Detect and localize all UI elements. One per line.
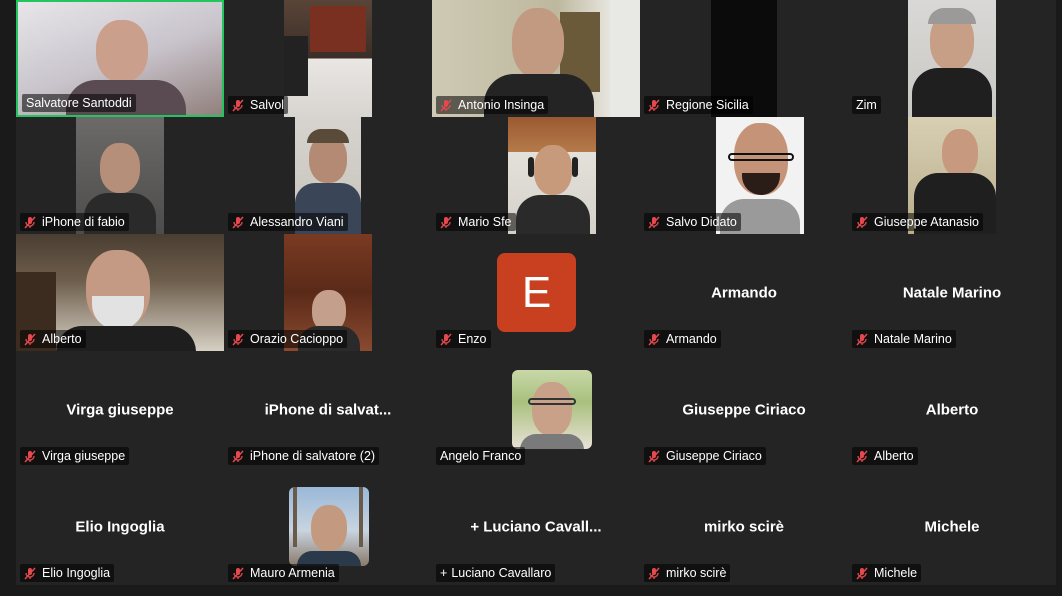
muted-mic-icon — [648, 332, 660, 346]
participant-tile[interactable]: Zim — [848, 0, 1056, 117]
muted-mic-icon — [232, 449, 244, 463]
muted-mic-icon — [856, 332, 868, 346]
muted-mic-icon — [856, 449, 868, 463]
name-label: Armando — [644, 330, 721, 348]
name-label: Enzo — [436, 330, 491, 348]
participant-tile[interactable]: Orazio Cacioppo — [224, 234, 432, 351]
muted-mic-icon — [232, 98, 244, 112]
video-feed — [908, 0, 996, 117]
participant-tile[interactable]: Armando Armando — [640, 234, 848, 351]
muted-mic-icon — [24, 449, 36, 463]
gallery-grid: Salvatore Santoddi Salvol Antonio Insing… — [16, 0, 1056, 585]
muted-mic-icon — [648, 215, 660, 229]
muted-mic-icon — [24, 566, 36, 580]
participant-display-name: mirko scirè — [703, 518, 785, 535]
participant-tile[interactable]: E Enzo — [432, 234, 640, 351]
muted-mic-icon — [440, 332, 452, 346]
avatar-photo — [512, 370, 592, 449]
name-label: Orazio Cacioppo — [228, 330, 348, 348]
avatar-photo — [289, 487, 369, 566]
name-label: Alessandro Viani — [228, 213, 348, 231]
avatar: E — [497, 253, 576, 332]
name-label: Salvatore Santoddi — [22, 94, 136, 112]
name-label: Elio Ingoglia — [20, 564, 115, 582]
muted-mic-icon — [232, 215, 244, 229]
participant-tile[interactable]: Michele Michele — [848, 468, 1056, 585]
name-label: Alberto — [20, 330, 86, 348]
participant-tile[interactable]: mirko scirè mirko scirè — [640, 468, 848, 585]
muted-mic-icon — [440, 215, 452, 229]
participant-tile[interactable]: Alberto Alberto — [848, 351, 1056, 468]
name-label: Zim — [852, 96, 881, 114]
participant-tile[interactable]: Mauro Armenia — [224, 468, 432, 585]
participant-display-name: iPhone di salvat... — [264, 401, 392, 418]
participant-display-name: Natale Marino — [902, 284, 1002, 301]
participant-display-name: Elio Ingoglia — [75, 518, 165, 535]
participant-tile[interactable]: Giuseppe Atanasio — [848, 117, 1056, 234]
participant-tile[interactable]: Angelo Franco — [432, 351, 640, 468]
name-label: Giuseppe Atanasio — [852, 213, 983, 231]
participant-tile[interactable]: Alberto — [16, 234, 224, 351]
name-label: Salvo Didato — [644, 213, 741, 231]
participant-tile[interactable]: iPhone di fabio — [16, 117, 224, 234]
name-label: Natale Marino — [852, 330, 956, 348]
participant-display-name: Virga giuseppe — [66, 401, 174, 418]
participant-tile[interactable]: Mario Sfe — [432, 117, 640, 234]
participant-tile[interactable]: Alessandro Viani — [224, 117, 432, 234]
participant-display-name: Giuseppe Ciriaco — [682, 401, 806, 418]
name-label: Virga giuseppe — [20, 447, 130, 465]
participant-display-name: + Luciano Cavall... — [470, 518, 602, 535]
name-label: Mauro Armenia — [228, 564, 339, 582]
muted-mic-icon — [856, 215, 868, 229]
name-label: Antonio Insinga — [436, 96, 549, 114]
participant-display-name: Armando — [711, 284, 777, 301]
participant-tile[interactable]: Salvatore Santoddi — [16, 0, 224, 117]
name-label: Alberto — [852, 447, 918, 465]
muted-mic-icon — [648, 98, 660, 112]
participant-tile[interactable]: iPhone di salvat... iPhone di salvatore … — [224, 351, 432, 468]
participant-tile[interactable]: + Luciano Cavall... + Luciano Cavallaro — [432, 468, 640, 585]
participant-tile[interactable]: Giuseppe Ciriaco Giuseppe Ciriaco — [640, 351, 848, 468]
participant-tile[interactable]: Natale Marino Natale Marino — [848, 234, 1056, 351]
muted-mic-icon — [232, 566, 244, 580]
name-label: Angelo Franco — [436, 447, 526, 465]
video-feed — [284, 0, 372, 117]
muted-mic-icon — [24, 332, 36, 346]
phone-plus-icon: + — [470, 518, 480, 535]
name-label: + Luciano Cavallaro — [436, 564, 556, 582]
name-label: mirko scirè — [644, 564, 731, 582]
muted-mic-icon — [856, 566, 868, 580]
name-label: Regione Sicilia — [644, 96, 753, 114]
participant-tile[interactable]: Antonio Insinga — [432, 0, 640, 117]
participant-display-name: Alberto — [925, 401, 979, 418]
muted-mic-icon — [440, 98, 452, 112]
name-label: Michele — [852, 564, 922, 582]
name-label: Salvol — [228, 96, 289, 114]
participant-tile[interactable]: Virga giuseppe Virga giuseppe — [16, 351, 224, 468]
participant-tile[interactable]: Regione Sicilia — [640, 0, 848, 117]
name-label: Giuseppe Ciriaco — [644, 447, 766, 465]
participant-tile[interactable]: Elio Ingoglia Elio Ingoglia — [16, 468, 224, 585]
muted-mic-icon — [648, 566, 660, 580]
participant-tile[interactable]: Salvol — [224, 0, 432, 117]
video-feed — [508, 117, 596, 234]
participant-tile[interactable]: Salvo Didato — [640, 117, 848, 234]
muted-mic-icon — [648, 449, 660, 463]
participant-display-name: Michele — [924, 518, 980, 535]
muted-mic-icon — [24, 215, 36, 229]
name-label: iPhone di fabio — [20, 213, 129, 231]
name-label: Mario Sfe — [436, 213, 516, 231]
muted-mic-icon — [232, 332, 244, 346]
name-label: iPhone di salvatore (2) — [228, 447, 380, 465]
phone-plus-icon: + — [440, 566, 448, 580]
